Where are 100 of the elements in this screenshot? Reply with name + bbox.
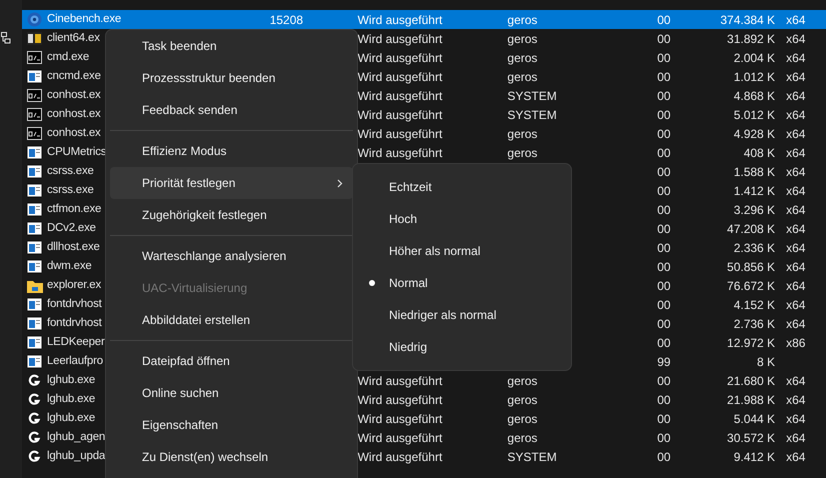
architecture-cell-text: x64 — [786, 220, 806, 238]
priority-cell-text: 00 — [657, 202, 671, 218]
priority-cell-text: 00 — [657, 220, 671, 238]
architecture-cell-text: x64 — [786, 240, 806, 256]
architecture-cell-text: x64 — [786, 106, 806, 124]
folder-icon — [26, 278, 43, 292]
menu-item[interactable]: Priorität festlegen — [110, 167, 353, 199]
memory-cell-text: 1.412 K — [734, 182, 776, 200]
architecture-cell-text: x64 — [786, 126, 806, 142]
status-cell-text: Wird ausgeführt — [358, 144, 442, 162]
memory-cell-text: 408 K — [744, 144, 776, 162]
architecture-cell-text: x64 — [786, 372, 806, 390]
architecture-cell-text: x64 — [786, 144, 806, 162]
process-name: ctfmon.exe — [46, 202, 102, 217]
architecture-cell-text: x64 — [786, 88, 806, 104]
process-name: csrss.exe — [46, 182, 94, 198]
process-name: LEDKeeper — [46, 334, 105, 350]
priority-option[interactable]: Niedriger als normal — [357, 299, 567, 331]
status-cell-text: Wird ausgeführt — [358, 30, 442, 48]
g-logo-icon — [28, 374, 42, 387]
console-icon — [27, 108, 42, 121]
priority-cell-text: 00 — [657, 278, 671, 294]
priority-option[interactable]: Echtzeit — [357, 171, 567, 203]
window-icon — [27, 260, 42, 273]
menu-item[interactable]: Online suchen — [110, 377, 353, 409]
priority-cell-text: 00 — [657, 126, 671, 142]
menu-item[interactable]: Eigenschaften — [110, 409, 353, 441]
process-name: explorer.ex — [46, 278, 102, 293]
priority-cell-text: 00 — [657, 430, 671, 446]
user-cell-text: SYSTEM — [507, 88, 557, 104]
architecture-cell-text: x64 — [786, 68, 806, 86]
status-cell-text: Wird ausgeführt — [358, 126, 442, 142]
priority-cell-text: 00 — [657, 258, 671, 276]
menu-item[interactable]: Abbilddatei erstellen — [110, 304, 353, 336]
memory-cell-text: 8 K — [757, 354, 776, 370]
menu-item[interactable]: Zugehörigkeit festlegen — [110, 199, 353, 231]
status-cell-text: Wird ausgeführt — [358, 106, 442, 124]
architecture-cell-text: x64 — [786, 30, 806, 48]
status-cell-text: Wird ausgeführt — [358, 12, 442, 28]
status-cell-text: Wird ausgeführt — [358, 88, 442, 104]
memory-cell-text: 50.856 K — [727, 258, 776, 276]
priority-option[interactable]: Höher als normal — [357, 235, 567, 267]
status-cell-text: Wird ausgeführt — [358, 68, 442, 86]
status-cell-text: Wird ausgeführt — [358, 410, 442, 428]
menu-item[interactable]: Prozessstruktur beenden — [110, 62, 353, 94]
memory-cell-text: 374.384 K — [720, 12, 776, 28]
g-logo-icon — [28, 412, 42, 425]
architecture-cell-text: x64 — [786, 448, 806, 466]
priority-cell-text: 00 — [657, 448, 671, 466]
priority-cell-text: 00 — [657, 182, 671, 200]
priority-option[interactable]: Niedrig — [357, 331, 567, 363]
architecture-cell-text: x64 — [786, 392, 806, 408]
status-cell-text: Wird ausgeführt — [358, 430, 442, 446]
process-name: DCv2.exe — [46, 220, 96, 236]
architecture-cell-text: x64 — [786, 164, 806, 180]
process-name: lghub.exe — [46, 392, 96, 407]
memory-cell-text: 4.152 K — [734, 296, 776, 314]
menu-item[interactable]: Effizienz Modus — [110, 135, 353, 167]
priority-cell-text: 00 — [657, 144, 671, 162]
architecture-cell-text: x64 — [786, 258, 806, 276]
window-icon — [27, 146, 42, 159]
console-icon — [27, 89, 42, 102]
user-cell-text: geros — [507, 50, 538, 66]
process-name: lghub.exe — [46, 410, 96, 426]
user-cell-text: geros — [507, 392, 538, 408]
status-cell-text: Wird ausgeführt — [358, 448, 442, 466]
user-cell-text: SYSTEM — [507, 448, 557, 466]
user-cell-text: geros — [507, 410, 538, 428]
priority-cell-text: 00 — [657, 410, 671, 428]
memory-cell-text: 9.412 K — [734, 448, 776, 466]
selected-process-row[interactable]: Cinebench.exe 15208 Wird ausgeführt geros 00 374.384 K x64 — [22, 10, 826, 29]
window-icon — [27, 298, 42, 311]
process-name: conhost.ex — [46, 106, 101, 122]
menu-item[interactable]: Zu Dienst(en) wechseln — [110, 441, 353, 473]
status-cell-text: Wird ausgeführt — [358, 392, 442, 408]
priority-cell-text: 00 — [657, 68, 671, 86]
process-name: conhost.ex — [46, 126, 101, 141]
priority-cell-text: 00 — [657, 296, 671, 314]
priority-option[interactable]: Normal — [357, 267, 567, 299]
blocks-icon — [27, 32, 42, 45]
process-name: dllhost.exe — [46, 240, 100, 255]
window-icon — [27, 336, 42, 349]
memory-cell-text: 1.012 K — [734, 68, 776, 86]
menu-item[interactable]: Warteschlange analysieren — [110, 240, 353, 272]
window-icon — [27, 203, 42, 216]
priority-cell-text: 00 — [657, 30, 671, 48]
menu-item[interactable]: Task beenden — [110, 30, 353, 62]
user-cell-text: geros — [507, 372, 538, 390]
memory-cell-text: 1.588 K — [734, 164, 776, 180]
architecture-cell-text: x64 — [786, 50, 806, 66]
process-name: conhost.ex — [46, 88, 101, 103]
menu-item[interactable]: Dateipfad öffnen — [110, 345, 353, 377]
pid-cell-text: 15208 — [270, 12, 304, 28]
memory-cell-text: 2.736 K — [734, 316, 776, 332]
priority-option[interactable]: Hoch — [357, 203, 567, 235]
memory-cell-text: 47.208 K — [727, 220, 776, 238]
priority-cell-text: 00 — [657, 372, 671, 390]
memory-cell-text: 21.988 K — [727, 392, 776, 408]
menu-item[interactable]: Feedback senden — [110, 94, 353, 126]
window-icon — [27, 70, 42, 83]
